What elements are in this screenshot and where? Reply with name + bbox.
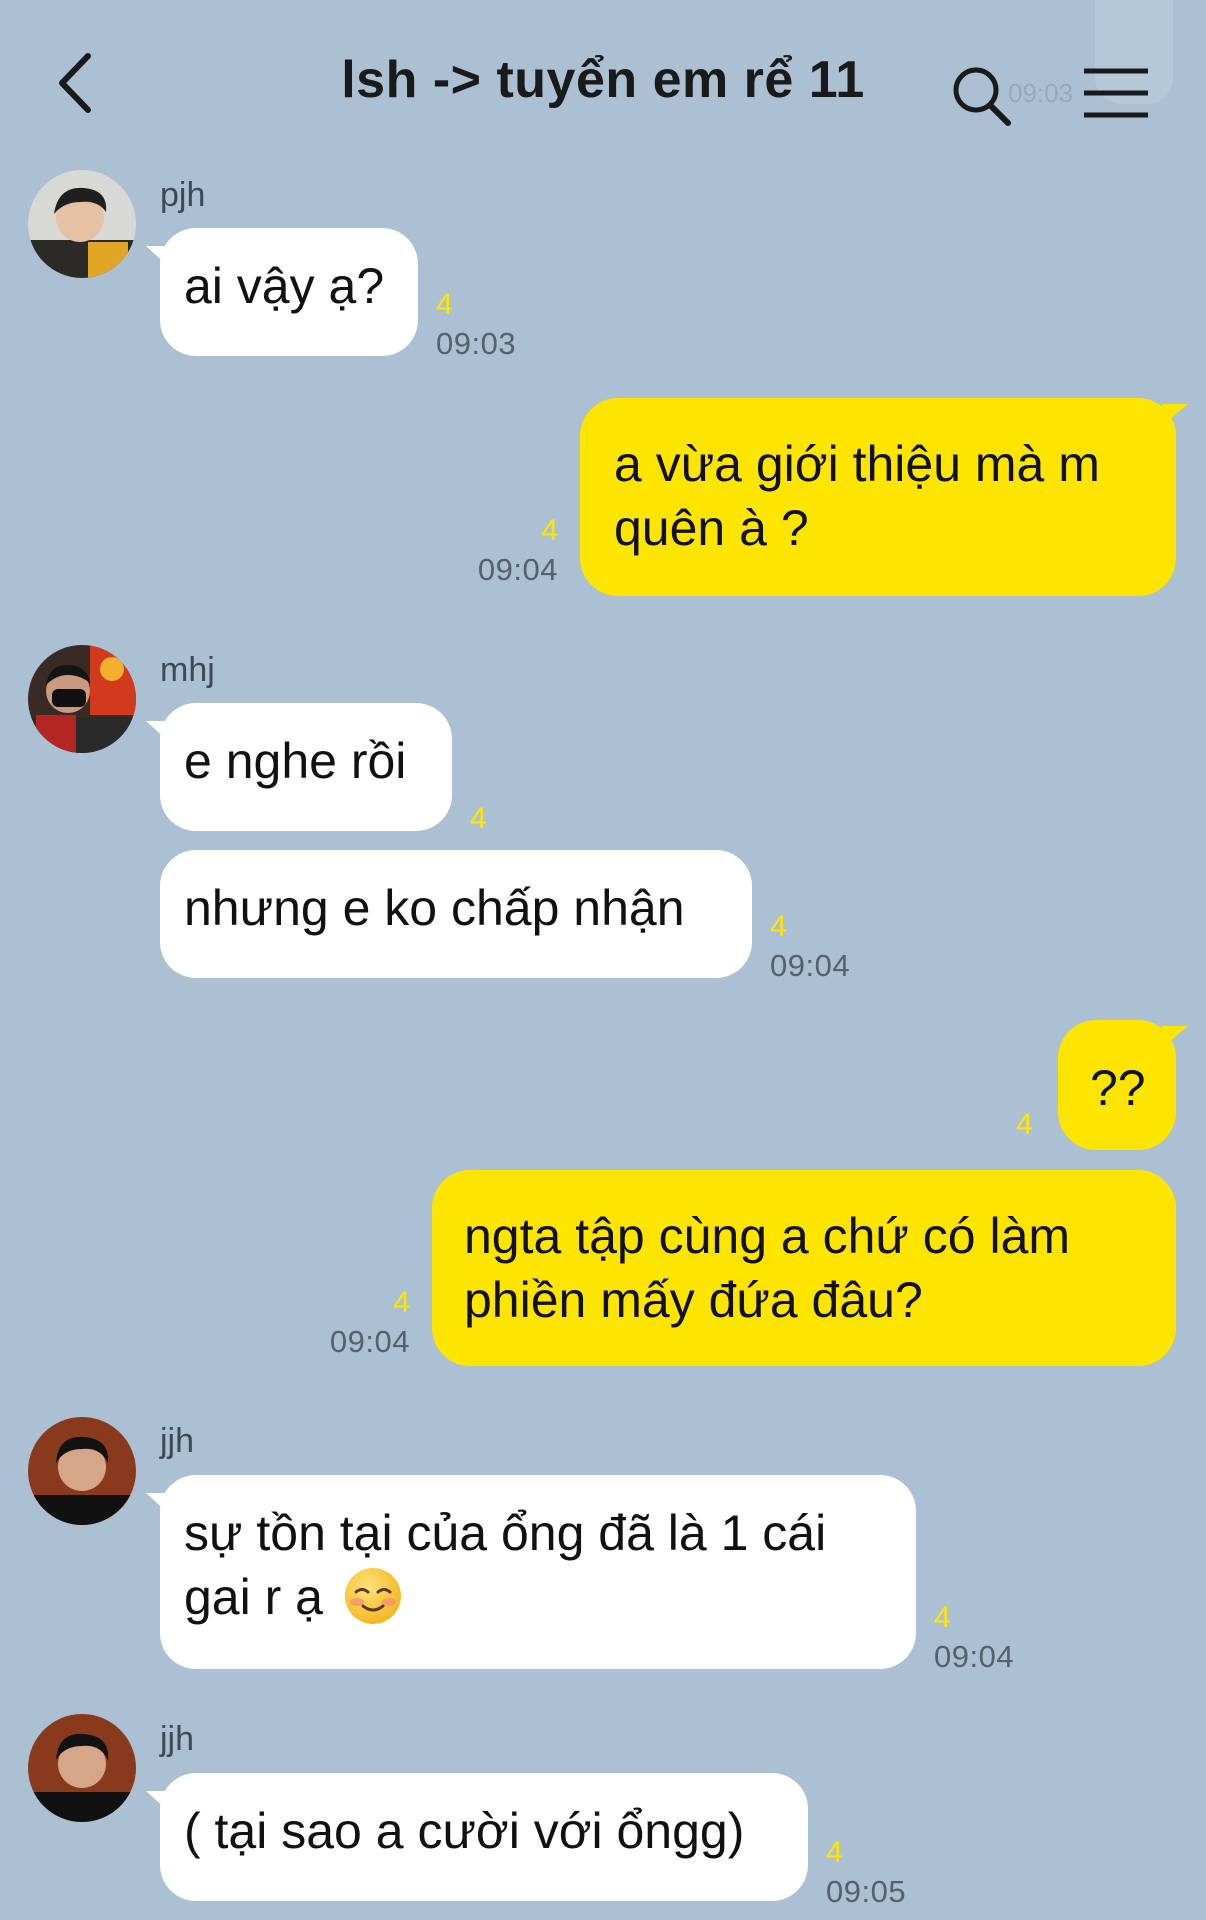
message-bubble[interactable]: ( tại sao a cười với ổngg): [146, 1773, 808, 1901]
bubble-tail: [146, 1493, 168, 1513]
unread-count: 4: [393, 1286, 410, 1319]
message-meta: 4 09:04: [466, 514, 558, 587]
message-meta: 4 09:05: [826, 1836, 907, 1909]
message-time: 09:04: [934, 1639, 1015, 1674]
bubble-tail: [146, 1791, 168, 1811]
message-text: ( tại sao a cười với ổngg): [184, 1803, 745, 1859]
message-text: ??: [1090, 1060, 1146, 1116]
message-text: e nghe rồi: [184, 733, 407, 789]
message-time: 09:04: [770, 948, 851, 983]
message-bubble[interactable]: nhưng e ko chấp nhận: [160, 850, 752, 978]
smiling-face-emoji: [343, 1566, 403, 1626]
unread-count: 4: [470, 802, 487, 835]
sender-name: pjh: [160, 176, 206, 214]
message-bubble[interactable]: sự tồn tại của ổng đã là 1 cái gai r ạ: [146, 1475, 916, 1669]
message-text-line: ngta tập cùng a chứ có làm: [464, 1208, 1071, 1264]
message-meta: 4 09:03: [436, 288, 517, 361]
unread-count: 4: [934, 1601, 951, 1634]
avatar-jjh[interactable]: [28, 1714, 136, 1822]
chat-title: lsh -> tuyển em rể 11: [341, 51, 865, 109]
avatar-mhj[interactable]: [28, 645, 136, 753]
chat-header: 09:03 lsh -> tuyển em rể 11: [0, 0, 1206, 165]
unread-count: 4: [1016, 1108, 1033, 1141]
unread-count: 4: [541, 514, 558, 547]
message-text: gai r ạ: [184, 1569, 323, 1625]
message-bubble[interactable]: e nghe rồi: [146, 703, 452, 831]
message-meta: 4: [1016, 1110, 1033, 1140]
message-bubble[interactable]: a vừa giới thiệu mà m quên à ?: [580, 398, 1188, 596]
sender-name: jjh: [160, 1422, 195, 1460]
message-text-line: a vừa giới thiệu mà m: [614, 436, 1100, 492]
bubble-tail: [1162, 404, 1188, 426]
message-bubble[interactable]: ai vậy ạ?: [146, 228, 418, 356]
message-meta: 4: [470, 804, 487, 834]
message-time: 09:03: [436, 326, 517, 361]
message-bubble[interactable]: ngta tập cùng a chứ có làm phiền mấy đứa…: [432, 1170, 1176, 1366]
sender-name: jjh: [160, 1720, 195, 1758]
message-text-line: phiền mấy đứa đâu?: [464, 1272, 923, 1328]
message-text-line-with-emoji: gai r ạ: [184, 1565, 892, 1629]
message-bubble[interactable]: ??: [1058, 1020, 1188, 1150]
avatar-pjh[interactable]: [28, 170, 136, 278]
message-time: 09:04: [477, 552, 558, 587]
message-meta: 4 09:04: [318, 1286, 410, 1359]
unread-count: 4: [826, 1836, 843, 1869]
message-text-line: quên à ?: [614, 500, 809, 556]
message-meta: 4 09:04: [934, 1601, 1015, 1674]
message-text: ai vậy ạ?: [184, 258, 385, 314]
search-icon[interactable]: [950, 64, 1014, 128]
message-text-line: sự tồn tại của ổng đã là 1 cái: [184, 1505, 827, 1561]
avatar-jjh[interactable]: [28, 1417, 136, 1525]
message-time: 09:05: [826, 1874, 907, 1909]
bubble-tail: [146, 246, 168, 266]
unread-count: 4: [436, 288, 453, 321]
message-meta: 4 09:04: [770, 910, 851, 983]
bubble-tail: [146, 721, 168, 741]
bubble-tail: [1162, 1026, 1188, 1048]
message-text: nhưng e ko chấp nhận: [184, 880, 685, 936]
sender-name: mhj: [160, 651, 215, 689]
message-time: 09:04: [329, 1324, 410, 1359]
unread-count: 4: [770, 910, 787, 943]
hamburger-menu-icon[interactable]: [1080, 66, 1152, 120]
